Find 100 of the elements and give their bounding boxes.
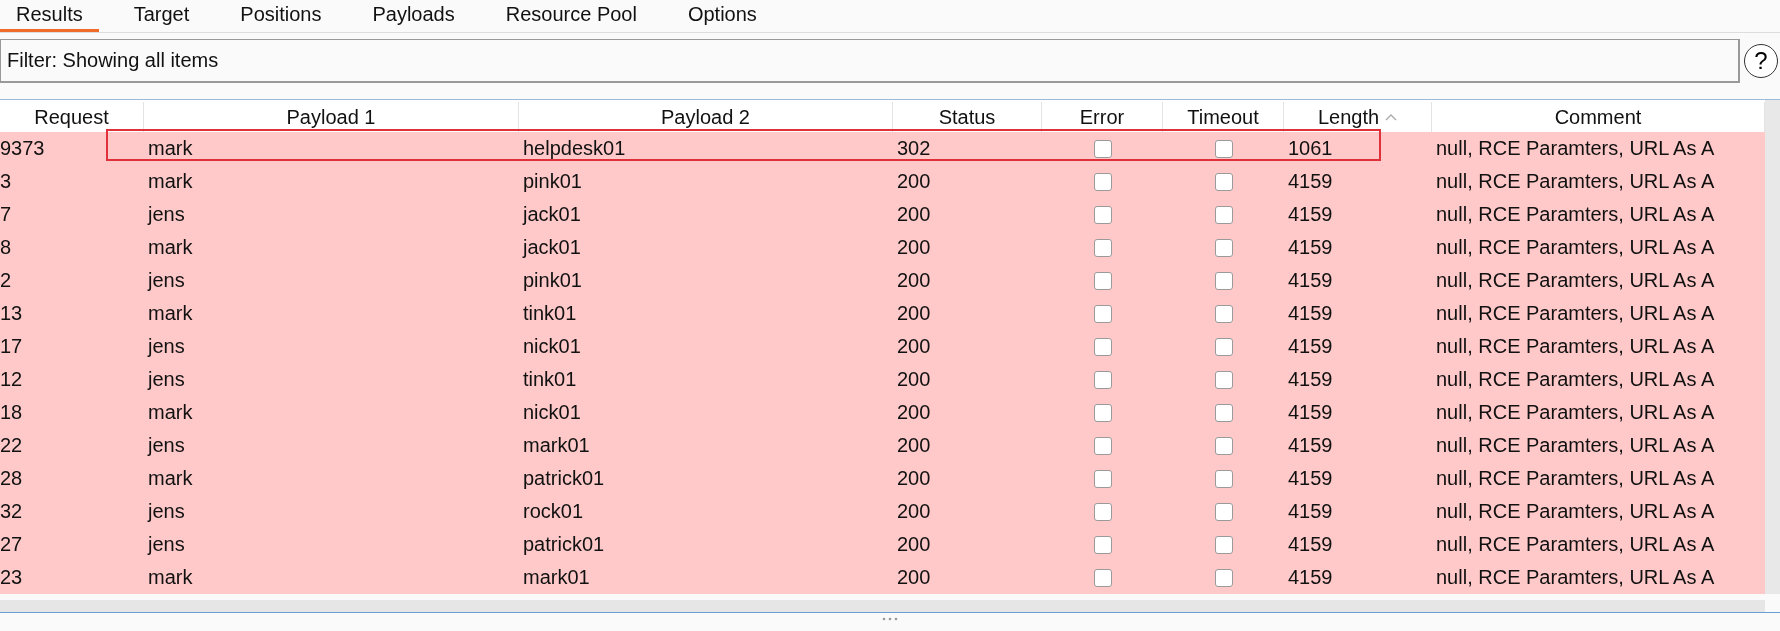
table-row[interactable]: 13 mark tink01 200 4159 null, RCE Paramters, URL As A (0, 297, 1765, 330)
checkbox[interactable] (1214, 139, 1233, 158)
table-row[interactable]: 8 mark jack01 200 4159 null, RCE Paramters, URL As A (0, 231, 1765, 264)
checkbox[interactable] (1214, 568, 1233, 587)
table-cell-text: patrick01 (522, 532, 606, 557)
table-cell-text: 4159 (1287, 499, 1334, 524)
checkbox[interactable] (1093, 238, 1112, 257)
table-cell-text: tink01 (522, 367, 578, 392)
table-row[interactable]: 17 jens nick01 200 4159 null, RCE Paramters, URL As A (0, 330, 1765, 363)
checkbox[interactable] (1214, 238, 1233, 257)
table-cell-text: patrick01 (522, 466, 606, 491)
checkbox[interactable] (1093, 403, 1112, 422)
checkbox[interactable] (1214, 271, 1233, 290)
table-cell-text: null, RCE Paramters, URL As A (1435, 235, 1716, 260)
checkbox[interactable] (1214, 502, 1233, 521)
table-cell-text: 200 (896, 367, 932, 392)
tab[interactable]: Payloads (356, 0, 471, 32)
table-cell-text: nick01 (522, 400, 582, 425)
table-cell-text: mark (147, 169, 194, 194)
table-cell-text: 200 (896, 301, 932, 326)
tab[interactable]: Resource Pool (489, 0, 653, 32)
table-cell-text: 200 (896, 466, 932, 491)
table-row[interactable]: 22 jens mark01 200 4159 null, RCE Paramters, URL As A (0, 429, 1765, 462)
table-cell-text: null, RCE Paramters, URL As A (1435, 499, 1716, 524)
checkbox[interactable] (1093, 304, 1112, 323)
table-cell-text: null, RCE Paramters, URL As A (1435, 532, 1716, 557)
table-cell-text: 4159 (1287, 433, 1334, 458)
checkbox[interactable] (1093, 502, 1112, 521)
table-cell-text: 4159 (1287, 268, 1334, 293)
table-row[interactable]: 18 mark nick01 200 4159 null, RCE Paramters, URL As A (0, 396, 1765, 429)
table-cell-text: 4159 (1287, 367, 1334, 392)
table-cell-text: null, RCE Paramters, URL As A (1435, 268, 1716, 293)
checkbox[interactable] (1214, 469, 1233, 488)
help-button[interactable]: ? (1744, 44, 1778, 78)
checkbox[interactable] (1093, 205, 1112, 224)
table-row[interactable]: 3 mark pink01 200 4159 null, RCE Paramters, URL As A (0, 165, 1765, 198)
table-cell-text: null, RCE Paramters, URL As A (1435, 466, 1716, 491)
table-cell-text: 12 (0, 367, 24, 392)
tab[interactable]: Positions (224, 0, 338, 32)
table-cell-text: jens (146, 433, 186, 458)
table-row[interactable]: 9373 mark helpdesk01 302 1061 null, RCE Paramters, URL As A (0, 132, 1765, 165)
table-row[interactable]: 23 mark mark01 200 4159 null, RCE Paramters, URL As A (0, 561, 1765, 594)
table-cell-text: jens (146, 334, 186, 359)
tab[interactable]: Options (671, 0, 773, 32)
table-cell-text: 200 (896, 235, 932, 260)
checkbox[interactable] (1093, 535, 1112, 554)
checkbox[interactable] (1214, 403, 1233, 422)
checkbox[interactable] (1214, 370, 1233, 389)
checkbox[interactable] (1214, 337, 1233, 356)
table-cell-text: 4159 (1287, 565, 1334, 590)
table-row[interactable]: 7 jens jack01 200 4159 null, RCE Paramters, URL As A (0, 198, 1765, 231)
checkbox[interactable] (1093, 337, 1112, 356)
filter-bar[interactable]: Filter: Showing all items (0, 39, 1740, 83)
checkbox[interactable] (1093, 370, 1112, 389)
table-cell-text: 4159 (1287, 532, 1334, 557)
table-cell-text: rock01 (522, 499, 585, 524)
table-cell-text: 200 (896, 202, 932, 227)
table-cell-text: mark (147, 400, 194, 425)
table-cell-text: 200 (896, 400, 932, 425)
horizontal-scrollbar[interactable] (0, 600, 1765, 612)
tab[interactable]: Results (0, 0, 99, 32)
table-cell-text: nick01 (522, 334, 582, 359)
table-cell-text: null, RCE Paramters, URL As A (1435, 565, 1716, 590)
table-cell-text: 4159 (1287, 400, 1334, 425)
vertical-scrollbar[interactable] (1765, 100, 1780, 594)
checkbox[interactable] (1093, 172, 1112, 191)
table-cell-text: mark (147, 301, 194, 326)
checkbox[interactable] (1214, 535, 1233, 554)
table-cell-text: mark (147, 466, 194, 491)
tab[interactable]: Target (117, 0, 206, 32)
checkbox[interactable] (1214, 436, 1233, 455)
table-cell-text: 200 (896, 169, 932, 194)
table-cell-text: 302 (896, 136, 932, 161)
checkbox[interactable] (1093, 271, 1112, 290)
checkbox[interactable] (1093, 436, 1112, 455)
table-cell-text: 200 (896, 268, 932, 293)
checkbox[interactable] (1093, 568, 1112, 587)
table-row[interactable]: 28 mark patrick01 200 4159 null, RCE Paramters, URL As A (0, 462, 1765, 495)
table-cell-text: tink01 (522, 301, 578, 326)
table-row[interactable]: 12 jens tink01 200 4159 null, RCE Paramters, URL As A (0, 363, 1765, 396)
table-cell-text: 8 (0, 235, 13, 260)
table-cell-text: 200 (896, 433, 932, 458)
checkbox[interactable] (1093, 469, 1112, 488)
table-cell-text: 200 (896, 565, 932, 590)
table-cell-text: mark01 (522, 565, 591, 590)
table-cell-text: 3 (0, 169, 13, 194)
table-cell-text: jack01 (521, 235, 582, 260)
table-cell-text: 32 (0, 499, 24, 524)
table-cell-text: pink01 (522, 169, 583, 194)
table-cell-text: jens (146, 202, 186, 227)
table-row[interactable]: 27 jens patrick01 200 4159 null, RCE Paramters, URL As A (0, 528, 1765, 561)
table-row[interactable]: 2 jens pink01 200 4159 null, RCE Paramters, URL As A (0, 264, 1765, 297)
table-cell-text: mark (147, 565, 194, 590)
checkbox[interactable] (1214, 205, 1233, 224)
table-cell-text: 22 (0, 433, 24, 458)
checkbox[interactable] (1093, 139, 1112, 158)
checkbox[interactable] (1214, 172, 1233, 191)
table-cell-text: mark (147, 136, 194, 161)
table-row[interactable]: 32 jens rock01 200 4159 null, RCE Paramters, URL As A (0, 495, 1765, 528)
checkbox[interactable] (1214, 304, 1233, 323)
